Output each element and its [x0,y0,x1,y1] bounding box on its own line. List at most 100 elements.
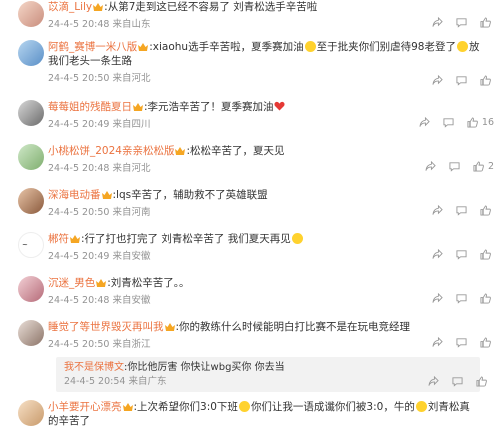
comment-actions [420,248,494,261]
avatar[interactable] [18,100,44,126]
share-button[interactable] [430,204,444,218]
share-icon [431,293,443,303]
comment-text: :xiaohu选手辛苦啦，夏季赛加油 [149,41,304,53]
comment-actions [420,74,494,87]
comment-item: 深海电动番 :lqs辛苦了，辅助救不了英雄联盟 24-4-5 20:50 来自河南 [0,188,500,224]
comment-actions [420,336,494,349]
heart-emoji-icon [274,101,285,111]
like-button[interactable] [466,116,480,130]
username-link[interactable]: 深海电动番 [48,189,101,201]
thumbs-up-icon [479,293,491,304]
reply-button[interactable] [454,292,468,306]
thumbs-up-icon [479,249,491,260]
avatar[interactable] [18,400,44,426]
share-icon [431,75,443,85]
comment-item: 阿鹤_赛博一米八版:xiaohu选手辛苦啦，夏季赛加油 至于批夹你们别虐待98老登… [0,40,500,96]
like-button[interactable] [478,248,492,262]
username-link[interactable]: 莓莓姐的残酷夏日 [48,101,132,113]
like-button[interactable] [478,16,492,30]
crown-vip-icon [133,103,143,111]
reply-text: :你比他厉害 你快让wbg买你 你去当 [124,362,285,373]
like-button[interactable] [478,336,492,350]
comment-item: 苡滴_Lily:从第7走到这已经不容易了 刘青松选手辛苦啦 24-4-5 20:… [0,0,500,38]
avatar[interactable]: ~ [18,232,44,258]
comment-actions [420,16,494,29]
reply-button[interactable] [454,248,468,262]
crown-vip-icon [138,43,149,51]
comment-location: 来自安徽 [112,295,151,306]
like-button[interactable] [478,292,492,306]
share-button[interactable] [430,16,444,30]
comment-text: :行了打也打完了 刘青松辛苦了 我们夏天再见 [81,233,291,245]
like-count: 2 [487,161,494,172]
crown-vip-icon [96,279,107,287]
avatar[interactable] [18,40,44,66]
crown-vip-icon [93,3,104,11]
share-button[interactable] [418,116,432,130]
comment-icon [449,162,460,172]
comment-actions [420,204,494,217]
avatar[interactable] [18,276,44,302]
comment-location: 来自河北 [112,163,151,174]
avatar[interactable] [18,320,44,346]
reply-username-link[interactable]: 我不是保博文 [64,362,124,373]
comment-icon [455,76,467,86]
share-button[interactable] [430,336,444,350]
smile-emoji-icon [304,41,316,52]
share-icon [431,205,443,215]
share-button[interactable] [424,160,438,174]
avatar[interactable] [18,1,44,27]
reply-like-button[interactable] [474,375,488,389]
username-link[interactable]: 郴符 [48,233,69,245]
reply-location: 来自广东 [128,376,167,387]
share-icon [419,117,431,127]
comment-location: 来自河南 [112,207,151,218]
share-button[interactable] [430,292,444,306]
username-link[interactable]: 小桃松饼_2024亲亲松松版 [48,145,174,157]
reply-button[interactable] [448,160,462,174]
username-link[interactable]: 沉迷_男色 [48,277,95,289]
comment-icon [455,338,467,348]
username-link[interactable]: 阿鹤_赛博一米八版 [48,41,137,53]
comment-text: :你的教练什么时候能明白打比赛不是在玩电竞经理 [175,321,411,333]
comment-actions [420,292,494,305]
comment-item: 睡觉了等世界毁灭再叫我:你的教练什么时候能明白打比赛不是在玩电竞经理 24-4-… [0,320,500,394]
thumbs-up-icon [479,205,491,216]
avatar[interactable] [18,188,44,214]
crown-vip-icon [122,403,133,411]
smile-emoji-icon [238,401,250,412]
reply-button[interactable] [442,116,456,130]
comment-actions: 2 [414,160,494,173]
username-link[interactable]: 睡觉了等世界毁灭再叫我 [48,321,164,333]
share-button[interactable] [430,248,444,262]
share-icon [431,249,443,259]
comment-location: 来自河北 [112,73,151,84]
smile-emoji-icon [456,41,468,52]
avatar[interactable] [18,144,44,170]
username-link[interactable]: 小羊要开心漂亮 [48,401,122,413]
comment-date: 24-4-5 20:50 [48,207,110,218]
comment-text-2: 你们让我一语成谶你们被3:0，牛的 [250,401,415,413]
share-icon [431,17,443,27]
comment-icon [451,377,463,387]
comment-date: 24-4-5 20:48 [48,163,110,174]
comment-text: :lqs辛苦了，辅助救不了英雄联盟 [112,189,268,201]
reply-button[interactable] [454,204,468,218]
username-link[interactable]: 苡滴_Lily [48,1,92,13]
reply-button[interactable] [454,336,468,350]
like-button[interactable] [478,204,492,218]
comment-text: :李元浩辛苦了！夏季赛加油 [144,101,274,113]
share-icon [425,161,437,171]
like-button[interactable] [472,160,486,174]
comment-text: :上次希望你们3:0下班 [133,401,238,413]
comment-item: ~ 郴符:行了打也打完了 刘青松辛苦了 我们夏天再见 24-4-5 20:49 来… [0,232,500,268]
share-button[interactable] [430,74,444,88]
thumbs-up-icon [473,161,485,172]
comment-icon [455,294,467,304]
reply-comment-button[interactable] [450,375,464,389]
like-button[interactable] [478,74,492,88]
reply-button[interactable] [454,16,468,30]
thumbs-up-icon [467,117,479,128]
reply-button[interactable] [454,74,468,88]
reply-share-button[interactable] [426,375,440,389]
